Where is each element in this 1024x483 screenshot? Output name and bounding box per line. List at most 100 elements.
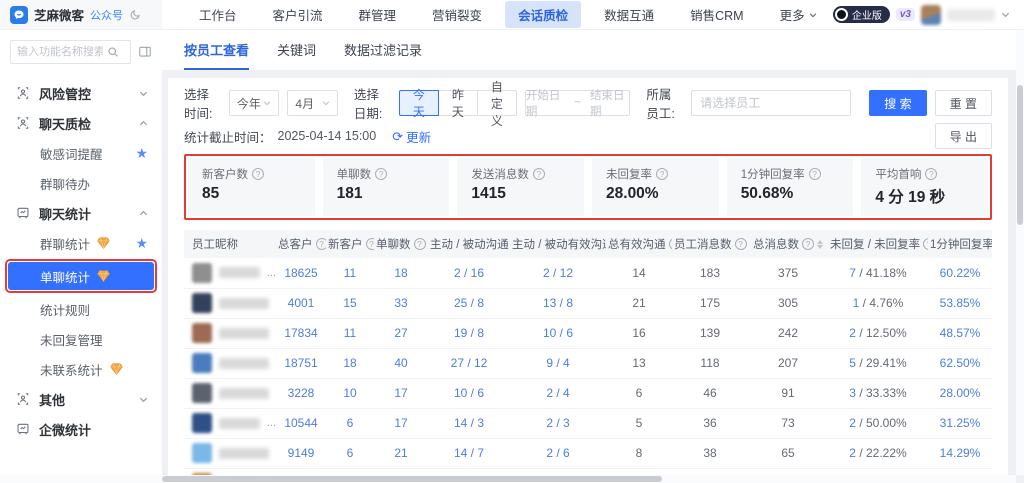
active-passive-valid-value[interactable]: 2 / 6 — [546, 446, 569, 460]
new-customers-value[interactable]: 10 — [343, 386, 356, 400]
active-passive-valid-value[interactable]: 2 / 4 — [546, 386, 569, 400]
search-input[interactable] — [17, 46, 103, 58]
star-icon[interactable]: ★ — [135, 146, 148, 160]
active-passive-valid-value[interactable]: 10 / 6 — [543, 326, 573, 340]
one-min-reply-rate-value[interactable]: 60.22% — [940, 266, 981, 280]
unreplied-count-value[interactable]: 3 — [849, 386, 856, 400]
sort-icon[interactable] — [817, 240, 823, 249]
nav-item-workbench[interactable]: 工作台 — [186, 1, 250, 28]
help-icon[interactable]: ? — [533, 168, 545, 180]
new-customers-value[interactable]: 18 — [343, 356, 356, 370]
total-customers-value[interactable]: 18751 — [284, 356, 317, 370]
dark-mode-icon[interactable] — [129, 9, 141, 21]
yesterday-button[interactable]: 昨天 — [438, 90, 478, 116]
help-icon[interactable]: ? — [925, 168, 937, 180]
unreplied-count-value[interactable]: 5 — [849, 356, 856, 370]
active-passive-valid-value[interactable]: 2 / 12 — [543, 266, 573, 280]
tab-data-filter-records[interactable]: 数据过滤记录 — [344, 40, 422, 70]
active-passive-valid-value[interactable]: 9 / 4 — [546, 356, 569, 370]
one-min-reply-rate-value[interactable]: 62.50% — [940, 356, 981, 370]
nav-item-sales-crm[interactable]: 销售CRM — [677, 1, 756, 28]
sidebar-item-single-chat-stats[interactable]: 单聊统计 — [8, 262, 154, 290]
total-customers-value[interactable]: 18625 — [284, 266, 317, 280]
horizontal-scrollbar-thumb[interactable] — [162, 476, 662, 482]
horizontal-scrollbar[interactable] — [0, 475, 1016, 483]
new-customers-value[interactable]: 11 — [344, 326, 356, 340]
help-icon[interactable]: ? — [809, 168, 821, 180]
vertical-scrollbar[interactable] — [1016, 30, 1024, 475]
new-customers-value[interactable]: 15 — [343, 296, 356, 310]
year-select[interactable]: 今年 — [229, 90, 280, 116]
chevron-down-icon[interactable] — [1001, 10, 1010, 19]
sidebar-item-group-chat-todo[interactable]: 群聊待办 — [0, 168, 162, 198]
help-icon[interactable]: ? — [316, 238, 327, 250]
refresh-link[interactable]: ⟳ 更新 — [392, 127, 431, 146]
total-customers-value[interactable]: 10544 — [284, 416, 317, 430]
active-passive-value[interactable]: 27 / 12 — [451, 356, 488, 370]
one-min-reply-rate-value[interactable]: 31.25% — [940, 416, 981, 430]
search-button[interactable]: 搜 索 — [869, 90, 926, 116]
nav-item-customer-acquisition[interactable]: 客户引流 — [260, 1, 336, 28]
new-customers-value[interactable]: 6 — [347, 416, 354, 430]
unreplied-count-value[interactable]: 2 — [849, 446, 856, 460]
help-icon[interactable]: ? — [802, 238, 814, 250]
collapse-sidebar-icon[interactable] — [138, 45, 152, 59]
custom-button[interactable]: 自定义 — [477, 90, 517, 116]
month-select[interactable]: 4月 — [287, 90, 338, 116]
sidebar-item-uncontacted-stats[interactable]: 未联系统计 — [0, 354, 162, 384]
sidebar-item-group-chat-stats[interactable]: 群聊统计 ★ — [0, 228, 162, 258]
nav-item-more[interactable]: 更多 — [767, 1, 830, 28]
nav-item-conversation-qc[interactable]: 会话质检 — [505, 1, 581, 28]
sidebar-search[interactable] — [10, 40, 131, 64]
export-button[interactable]: 导 出 — [935, 123, 992, 149]
total-customers-value[interactable]: 17834 — [284, 326, 317, 340]
unreplied-count-value[interactable]: 7 — [849, 266, 856, 280]
unreplied-count-value[interactable]: 2 — [849, 326, 856, 340]
sidebar-group-other[interactable]: 其他 — [0, 384, 162, 414]
today-button[interactable]: 今天 — [399, 90, 439, 116]
sidebar-group-wework-stats[interactable]: 企微统计 — [0, 414, 162, 444]
total-customers-value[interactable]: 4001 — [288, 296, 315, 310]
new-customers-value[interactable]: 11 — [344, 266, 356, 280]
single-chats-value[interactable]: 33 — [394, 296, 407, 310]
one-min-reply-rate-value[interactable]: 28.00% — [940, 386, 981, 400]
sidebar-item-statistics-rules[interactable]: 统计规则 — [0, 294, 162, 324]
active-passive-valid-value[interactable]: 2 / 3 — [546, 416, 569, 430]
help-icon[interactable]: ? — [735, 238, 747, 250]
single-chats-value[interactable]: 17 — [394, 386, 407, 400]
help-icon[interactable]: ? — [656, 168, 668, 180]
total-customers-value[interactable]: 9149 — [288, 446, 315, 460]
total-customers-value[interactable]: 3228 — [288, 386, 315, 400]
single-chats-value[interactable]: 21 — [394, 446, 407, 460]
sidebar-group-chat-statistics[interactable]: 聊天统计 — [0, 198, 162, 228]
single-chats-value[interactable]: 18 — [394, 266, 407, 280]
one-min-reply-rate-value[interactable]: 14.29% — [940, 446, 981, 460]
one-min-reply-rate-value[interactable]: 48.57% — [940, 326, 981, 340]
nav-item-group-management[interactable]: 群管理 — [346, 1, 410, 28]
active-passive-value[interactable]: 25 / 8 — [454, 296, 484, 310]
sidebar-group-risk-control[interactable]: 风险管控 — [0, 78, 162, 108]
active-passive-value[interactable]: 14 / 7 — [454, 446, 484, 460]
nav-item-data-interchange[interactable]: 数据互通 — [591, 1, 667, 28]
staff-select-input[interactable] — [691, 90, 851, 116]
active-passive-value[interactable]: 19 / 8 — [454, 326, 484, 340]
help-icon[interactable]: ? — [923, 238, 928, 250]
tab-by-employee[interactable]: 按员工查看 — [184, 40, 249, 70]
nav-item-marketing-fission[interactable]: 营销裂变 — [419, 1, 495, 28]
new-customers-value[interactable]: 6 — [347, 446, 354, 460]
tab-keywords[interactable]: 关键词 — [277, 40, 316, 70]
sidebar-item-unreplied-management[interactable]: 未回复管理 — [0, 324, 162, 354]
avatar[interactable] — [921, 5, 941, 25]
single-chats-value[interactable]: 40 — [394, 356, 407, 370]
single-chats-value[interactable]: 17 — [394, 416, 407, 430]
help-icon[interactable]: ? — [414, 238, 426, 250]
account-type-link[interactable]: 公众号 — [90, 7, 123, 23]
one-min-reply-rate-value[interactable]: 53.85% — [940, 296, 981, 310]
sidebar-item-sensitive-word-reminder[interactable]: 敏感词提醒 ★ — [0, 138, 162, 168]
help-icon[interactable]: ? — [366, 238, 375, 250]
active-passive-value[interactable]: 14 / 3 — [454, 416, 484, 430]
active-passive-value[interactable]: 2 / 16 — [454, 266, 484, 280]
vertical-scrollbar-thumb[interactable] — [1017, 85, 1023, 225]
reset-button[interactable]: 重 置 — [935, 90, 992, 116]
date-range-input[interactable]: 开始日期 ~ 结束日期 — [525, 90, 631, 116]
